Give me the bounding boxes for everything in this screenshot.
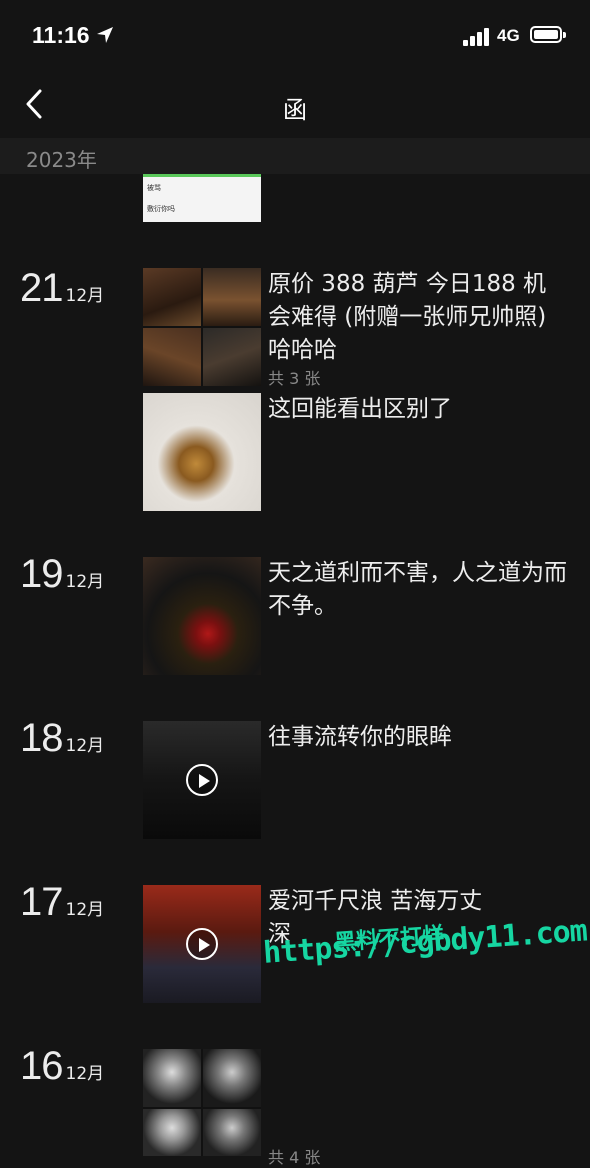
date-label: 16 12月 — [20, 1044, 104, 1089]
date-label: 18 12月 — [20, 716, 104, 761]
post-text[interactable]: 原价 388 葫芦 今日188 机会难得 (附赠一张师兄帅照) 哈哈哈 — [268, 268, 568, 367]
date-day: 21 — [20, 266, 63, 310]
play-icon[interactable] — [186, 764, 218, 796]
date-label: 19 12月 — [20, 552, 104, 597]
nav-bar: 函 — [0, 70, 590, 138]
post-thumbnail[interactable] — [143, 557, 261, 675]
preview-text: 被骂 — [147, 184, 161, 192]
post-thumbnail-grid[interactable] — [143, 268, 261, 386]
date-day: 19 — [20, 552, 63, 596]
battery-icon — [530, 26, 566, 43]
video-thumbnail[interactable] — [143, 885, 261, 1003]
date-month: 12月 — [65, 900, 105, 920]
year-header: 2023年 — [0, 138, 590, 174]
post-text[interactable]: 这回能看出区别了 — [268, 393, 568, 426]
post-thumbnail-grid[interactable] — [143, 1049, 261, 1156]
date-label: 21 12月 — [20, 266, 104, 311]
post-thumbnail[interactable] — [143, 393, 261, 511]
year-label: 2023年 — [26, 148, 97, 172]
play-icon[interactable] — [186, 928, 218, 960]
date-month: 12月 — [65, 1064, 105, 1084]
video-thumbnail[interactable] — [143, 721, 261, 839]
date-month: 12月 — [65, 736, 105, 756]
post-text[interactable]: 天之道利而不害，人之道为而不争。 — [268, 557, 568, 623]
date-day: 16 — [20, 1044, 63, 1088]
preview-text: 敷衍你吗 — [147, 205, 175, 213]
date-label: 17 12月 — [20, 880, 104, 925]
date-day: 17 — [20, 880, 63, 924]
post-thumbnail-partial[interactable]: 被骂 敷衍你吗 — [143, 174, 261, 222]
post-text[interactable]: 往事流转你的眼眸 — [268, 721, 568, 754]
photo-count: 共 3 张 — [268, 369, 321, 388]
date-month: 12月 — [65, 572, 105, 592]
status-bar: 11:16 4G — [0, 0, 590, 70]
photo-count: 共 4 张 — [268, 1148, 321, 1167]
page-title: 函 — [283, 96, 307, 124]
location-arrow-icon — [97, 27, 113, 43]
network-type: 4G — [497, 26, 520, 45]
status-time: 11:16 — [32, 22, 90, 48]
date-month: 12月 — [65, 286, 105, 306]
cellular-signal-icon — [463, 28, 491, 46]
date-day: 18 — [20, 716, 63, 760]
